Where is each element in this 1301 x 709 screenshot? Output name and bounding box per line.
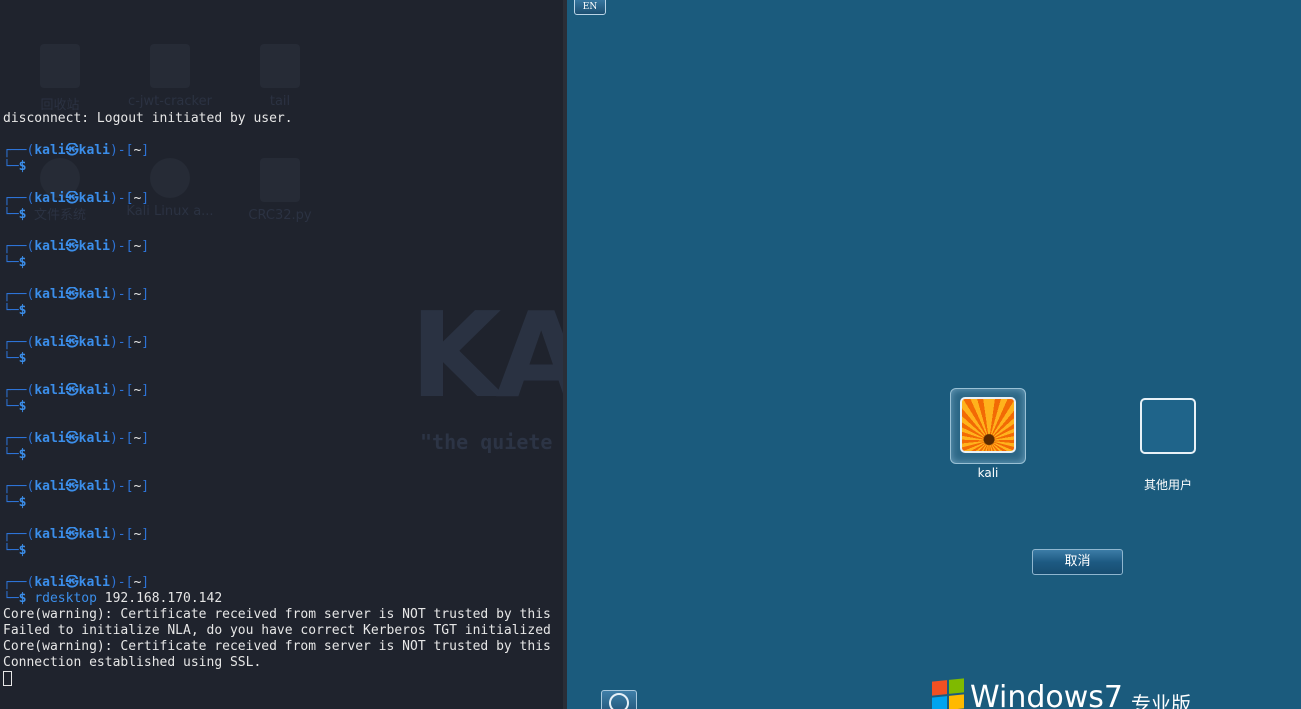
desktop-icon-trash[interactable]: 回收站 xyxy=(5,44,115,113)
command-line: └─$ rdesktop 192.168.170.142 xyxy=(3,591,223,606)
terminal-window[interactable]: KA "the quiete 回收站 c-jwt-cracker tail 文件… xyxy=(0,0,565,709)
ease-of-access-icon xyxy=(609,693,629,709)
prompt-input-line: └─$ xyxy=(3,255,27,270)
windows-branding: Windows7 专业版 xyxy=(932,678,1192,709)
command-name: rdesktop xyxy=(34,591,97,606)
prompt-line: ┌──(kali㉿kali)-[~] xyxy=(3,191,150,206)
brand-word: Windows xyxy=(970,680,1104,709)
flower-avatar-icon xyxy=(960,397,1016,453)
output-line: Failed to initialize NLA, do you have co… xyxy=(3,623,551,638)
prompt-input-line: └─$ xyxy=(3,447,27,462)
prompt-line: ┌──(kali㉿kali)-[~] xyxy=(3,575,150,590)
account-tile-kali[interactable]: kali xyxy=(928,388,1048,480)
desktop-icon-label: c-jwt-cracker xyxy=(128,94,212,109)
brand-edition: 专业版 xyxy=(1131,692,1192,709)
account-name: 其他用户 xyxy=(1143,478,1192,492)
desktop-icon-tail[interactable]: tail xyxy=(225,44,335,109)
account-tile-other-user[interactable]: 其他用户 xyxy=(1108,388,1228,493)
output-line: Core(warning): Certificate received from… xyxy=(3,607,551,622)
language-indicator[interactable]: EN xyxy=(574,0,606,15)
rdp-session-window[interactable]: EN kali 其他用户 取消 Windows7 专业版 xyxy=(567,0,1301,709)
prompt-input-line: └─$ xyxy=(3,207,27,222)
prompt-line: ┌──(kali㉿kali)-[~] xyxy=(3,335,150,350)
text-cursor xyxy=(3,671,12,686)
prompt-line: ┌──(kali㉿kali)-[~] xyxy=(3,479,150,494)
terminal-output[interactable]: disconnect: Logout initiated by user. ┌─… xyxy=(3,111,563,687)
output-line: Core(warning): Certificate received from… xyxy=(3,639,551,654)
prompt-input-line: └─$ xyxy=(3,303,27,318)
prompt-input-line: └─$ xyxy=(3,543,27,558)
desktop-icon-label: tail xyxy=(269,94,291,109)
prompt-line: ┌──(kali㉿kali)-[~] xyxy=(3,143,150,158)
trash-icon xyxy=(40,44,80,88)
prompt-input-line: └─$ xyxy=(3,351,27,366)
ease-of-access-button[interactable] xyxy=(601,690,637,709)
folder-icon xyxy=(260,44,300,88)
output-line: Connection established using SSL. xyxy=(3,655,262,670)
prompt-input-line: └─$ xyxy=(3,159,27,174)
prompt-line: ┌──(kali㉿kali)-[~] xyxy=(3,383,150,398)
locked-folder-icon xyxy=(150,44,190,88)
prompt-line: ┌──(kali㉿kali)-[~] xyxy=(3,239,150,254)
prompt-line: ┌──(kali㉿kali)-[~] xyxy=(3,431,150,446)
prompt-input-line: └─$ xyxy=(3,399,27,414)
prompt-line: ┌──(kali㉿kali)-[~] xyxy=(3,527,150,542)
desktop-icon-c-jwt-cracker[interactable]: c-jwt-cracker xyxy=(115,44,225,109)
prompt-input-line: └─$ xyxy=(3,495,27,510)
windows-logo-icon xyxy=(932,678,964,709)
command-arg: 192.168.170.142 xyxy=(96,591,223,606)
account-name: kali xyxy=(977,466,999,480)
cursor-line xyxy=(3,671,563,687)
cancel-button[interactable]: 取消 xyxy=(1032,549,1123,575)
prompt-line: ┌──(kali㉿kali)-[~] xyxy=(3,287,150,302)
brand-version: 7 xyxy=(1103,680,1124,709)
disconnect-line: disconnect: Logout initiated by user. xyxy=(3,111,293,126)
blank-avatar-icon xyxy=(1140,398,1196,454)
